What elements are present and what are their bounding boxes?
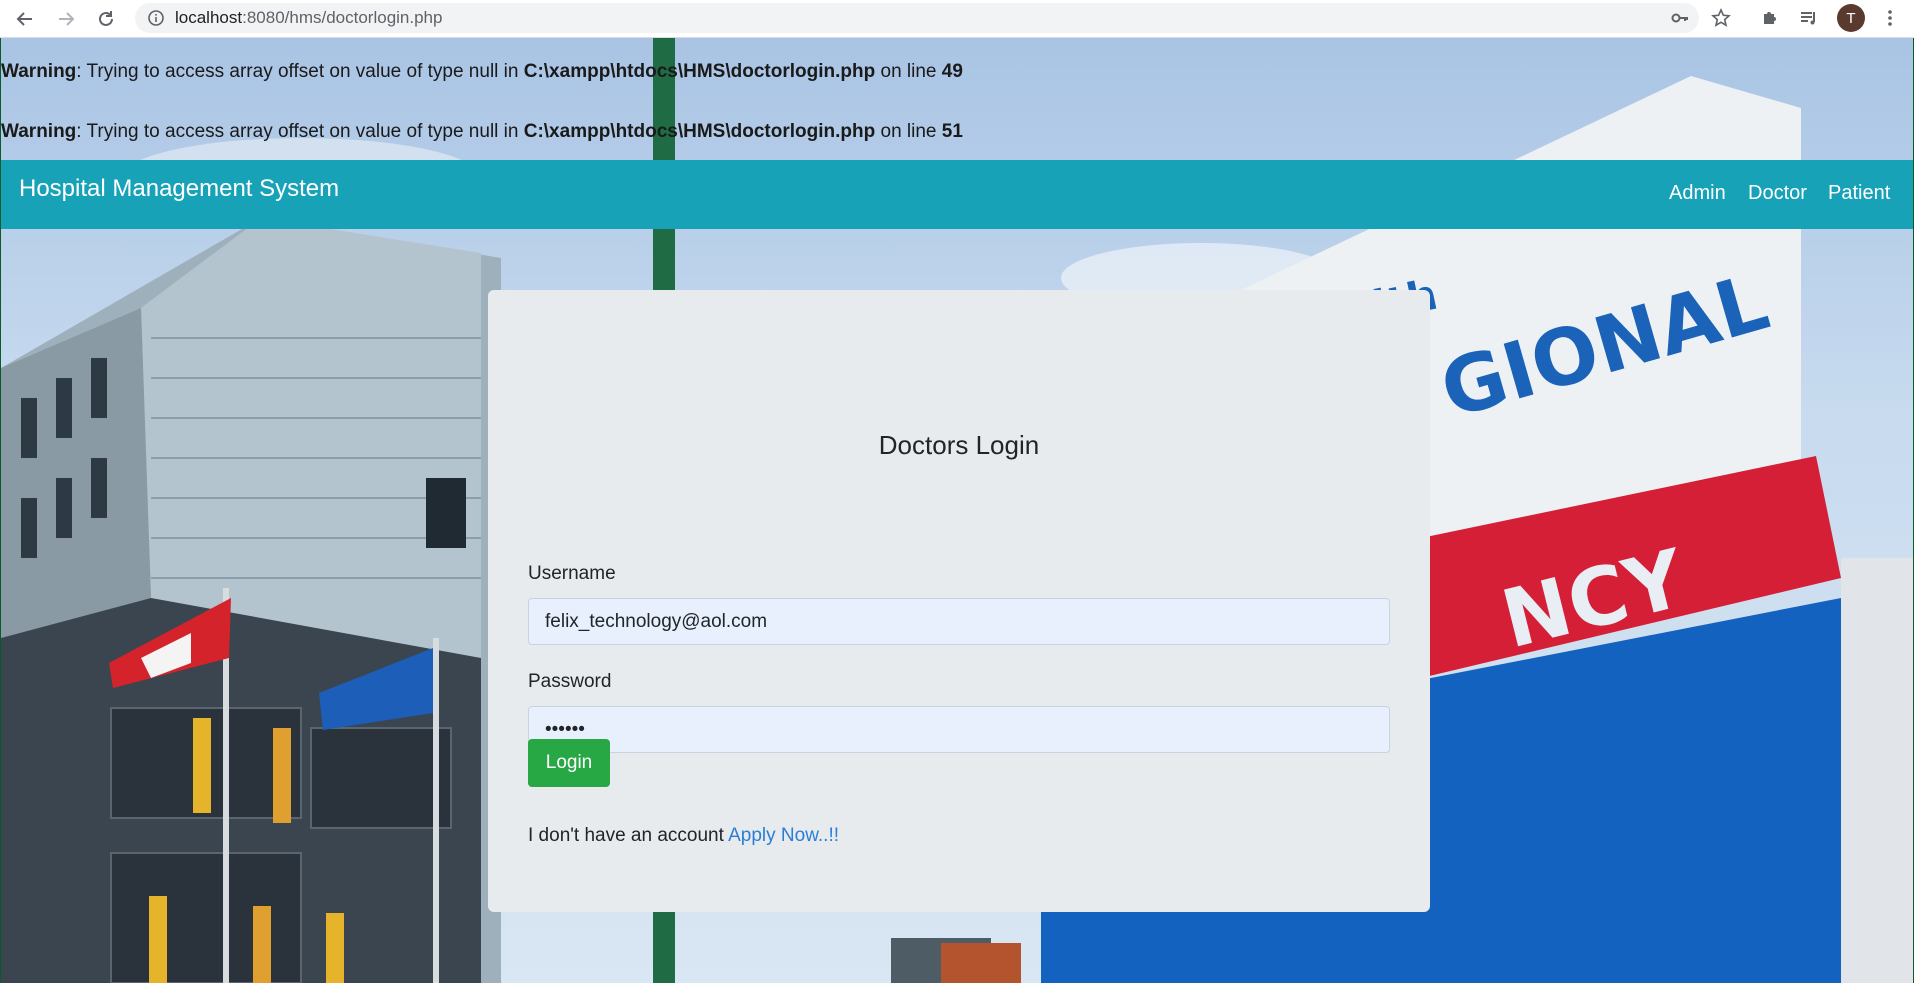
warning-on-line: on line — [875, 121, 942, 142]
warning-file: C:\xampp\htdocs\HMS\doctorlogin.php — [523, 61, 876, 82]
address-bar[interactable]: localhost:8080/hms/doctorlogin.php — [135, 3, 1699, 33]
key-icon — [1671, 13, 1688, 23]
warning-label: Warning — [1, 121, 77, 142]
login-title: Doctors Login — [878, 430, 1040, 460]
login-button[interactable]: Login — [528, 739, 610, 787]
back-button[interactable] — [12, 6, 38, 32]
bookmark-button[interactable] — [1709, 6, 1733, 30]
navbar: Hospital Management System Admin Doctor … — [1, 160, 1913, 229]
php-warning-1: Warning: Trying to access array offset o… — [1, 61, 963, 83]
url-path: :8080/hms/doctorlogin.php — [242, 8, 443, 27]
puzzle-icon — [1764, 12, 1776, 24]
url-host: localhost — [175, 8, 243, 27]
browser-toolbar: localhost:8080/hms/doctorlogin.php T — [0, 0, 1914, 38]
warning-message: : Trying to access array offset on value… — [76, 121, 524, 142]
warning-file: C:\xampp\htdocs\HMS\doctorlogin.php — [523, 121, 876, 142]
arrow-right-icon — [59, 12, 75, 26]
page-viewport: GIONAL ealth NCY Warning: Trying to acce… — [0, 38, 1914, 983]
reload-button[interactable] — [93, 6, 119, 32]
arrow-left-icon — [16, 12, 32, 26]
playlist-icon — [1801, 12, 1815, 25]
password-key-button[interactable] — [1668, 6, 1692, 30]
php-warning-2: Warning: Trying to access array offset o… — [1, 121, 963, 143]
url-text[interactable]: localhost:8080/hms/doctorlogin.php — [175, 8, 442, 28]
star-icon — [1711, 8, 1731, 27]
username-input[interactable] — [528, 598, 1390, 645]
media-button[interactable] — [1797, 6, 1821, 30]
warning-line-number: 51 — [941, 121, 963, 142]
no-account-text: I don't have an account Apply Now..!! — [528, 825, 839, 847]
browser-menu-button[interactable] — [1878, 6, 1902, 30]
password-input[interactable] — [528, 706, 1390, 753]
no-account-label: I don't have an account — [528, 825, 729, 846]
brand-title[interactable]: Hospital Management System — [19, 175, 339, 203]
warning-message: : Trying to access array offset on value… — [76, 61, 524, 82]
login-card: Doctors Login Username Password Login I … — [488, 290, 1430, 912]
nav-link-admin[interactable]: Admin — [1669, 182, 1726, 205]
username-label: Username — [528, 563, 616, 584]
password-label: Password — [528, 671, 612, 692]
reload-icon — [99, 11, 113, 26]
nav-link-patient[interactable]: Patient — [1828, 182, 1890, 205]
warning-label: Warning — [1, 61, 77, 82]
nav-link-doctor[interactable]: Doctor — [1748, 182, 1807, 205]
warning-on-line: on line — [875, 61, 942, 82]
warning-line-number: 49 — [941, 61, 963, 82]
info-icon[interactable] — [147, 9, 165, 27]
kebab-menu-icon — [1888, 10, 1892, 26]
forward-button[interactable] — [53, 6, 79, 32]
apply-now-link[interactable]: Apply Now..!! — [728, 825, 839, 846]
extensions-button[interactable] — [1758, 6, 1782, 30]
profile-avatar[interactable]: T — [1837, 4, 1865, 32]
